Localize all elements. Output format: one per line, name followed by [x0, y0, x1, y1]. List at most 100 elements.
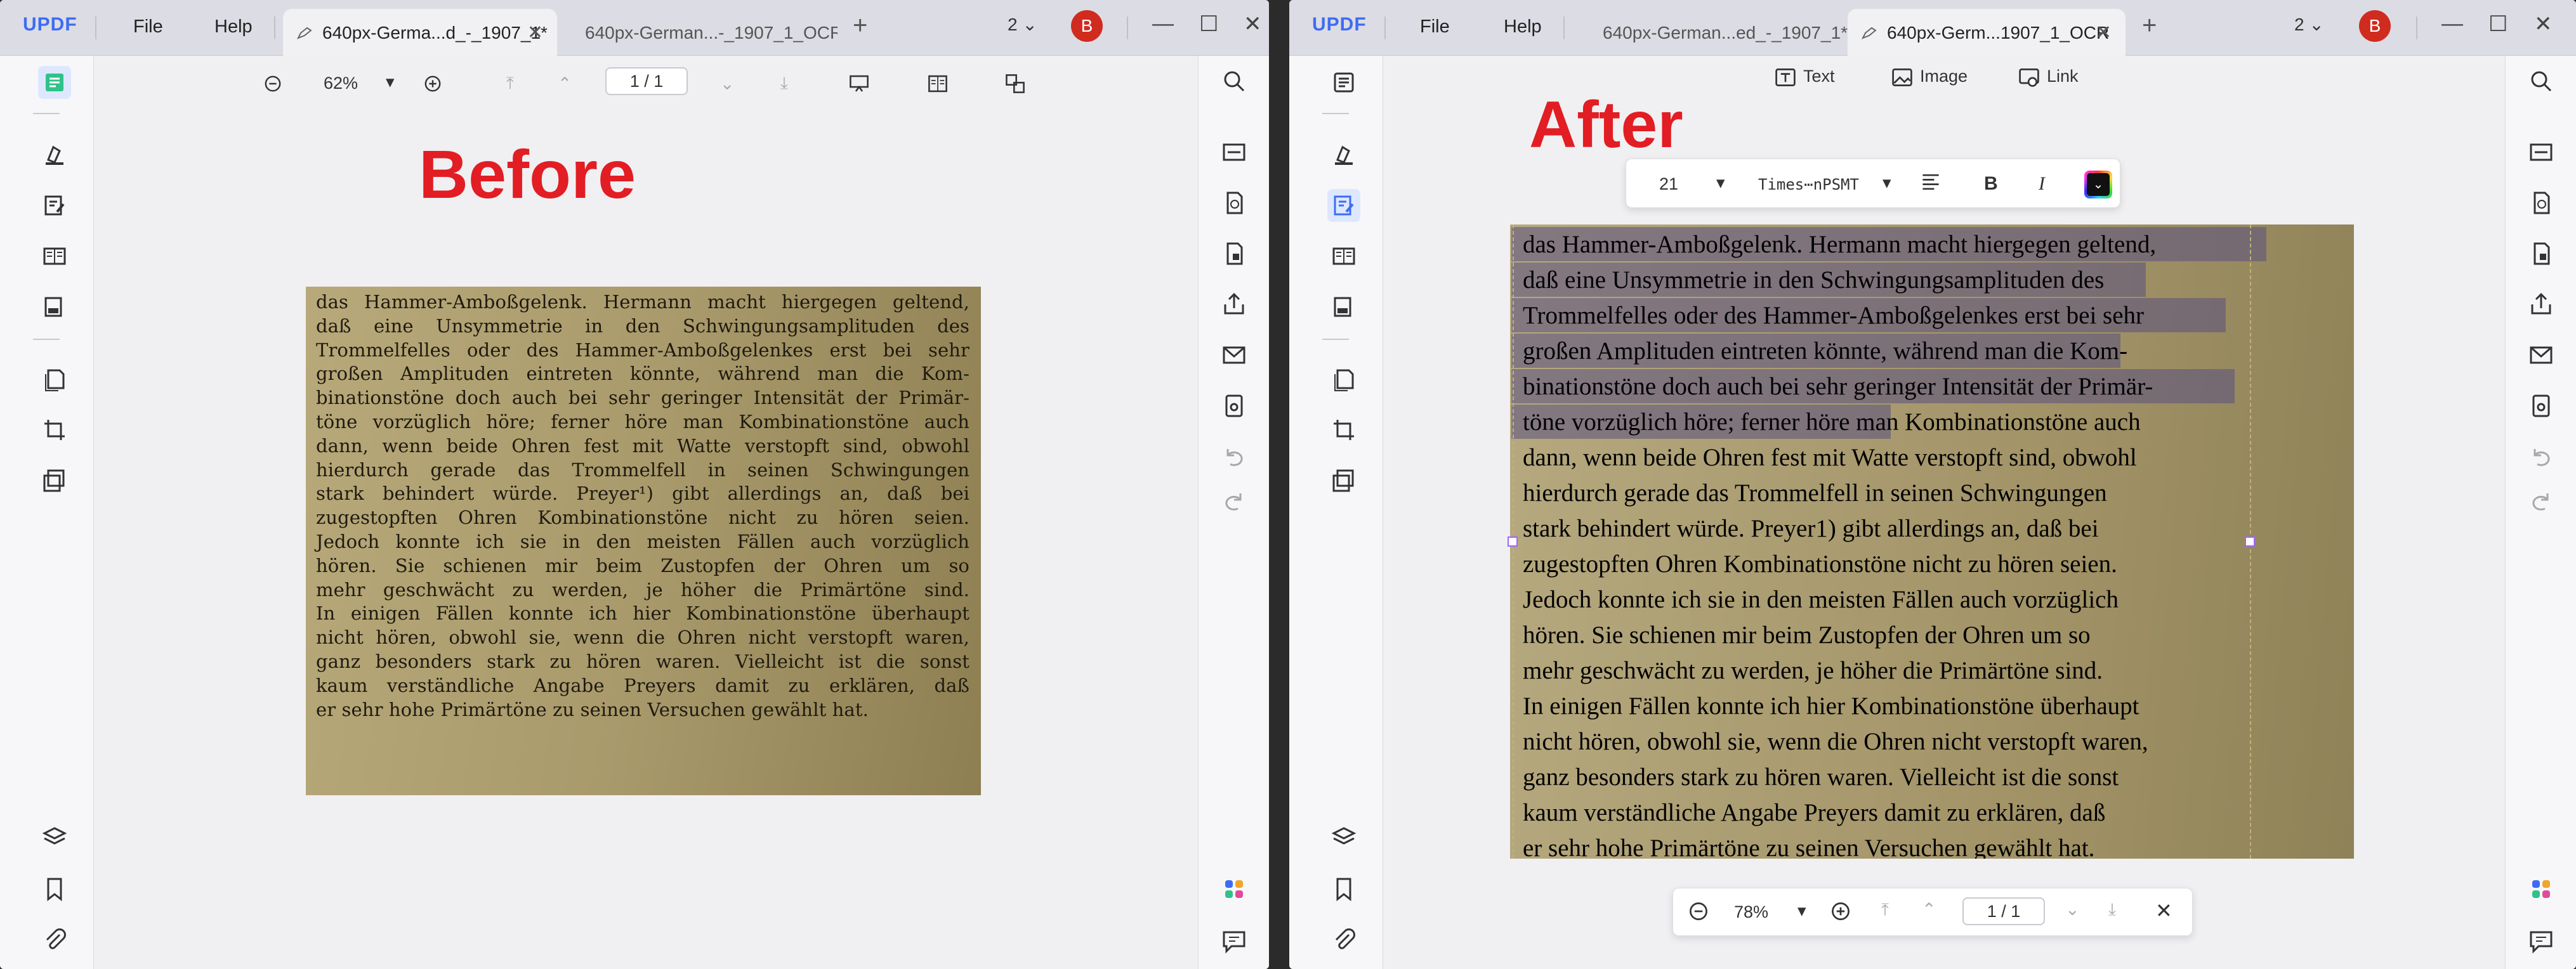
close-window-icon[interactable]: ✕: [1244, 11, 1262, 37]
tab-document-ocr[interactable]: 640px-Germ...1907_1_OCR ✕: [1848, 9, 2126, 56]
resize-handle-left[interactable]: [1508, 537, 1518, 547]
page-organize-icon[interactable]: [38, 240, 71, 273]
last-page-icon[interactable]: ⤓: [2108, 900, 2116, 920]
reader-mode-icon[interactable]: [1327, 66, 1360, 99]
close-tab-icon[interactable]: ✕: [527, 22, 543, 44]
save-icon[interactable]: [1218, 389, 1251, 422]
maximize-icon[interactable]: ☐: [1199, 11, 1218, 37]
text-color-picker[interactable]: ⌄: [2084, 171, 2112, 198]
tab-document-edited[interactable]: 640px-German...ed_-_1907_1*: [1575, 9, 1854, 56]
page-organize-icon[interactable]: [1327, 240, 1360, 273]
new-tab-icon[interactable]: +: [2142, 11, 2157, 40]
translate-icon[interactable]: [1002, 71, 1028, 96]
font-name-value[interactable]: Times⋯nPSMT: [1758, 176, 1859, 193]
previous-page-icon[interactable]: ⌃: [552, 71, 577, 96]
crop-page-icon[interactable]: [38, 413, 71, 446]
zoom-dropdown-icon[interactable]: ▾: [1797, 901, 1806, 921]
page-number-input[interactable]: 1 / 1: [1962, 897, 2045, 925]
ocr-text-line[interactable]: ganz besonders stark zu hören waren. Vie…: [1523, 760, 2119, 795]
comments-icon[interactable]: [2525, 925, 2558, 958]
ocr-text-line[interactable]: Trommelfelles oder des Hammer-Amboßgelen…: [1523, 298, 2144, 334]
font-size-value[interactable]: 21: [1659, 174, 1678, 194]
minimize-icon[interactable]: —: [2441, 11, 2463, 36]
share-icon[interactable]: [2525, 288, 2558, 321]
comment-highlight-icon[interactable]: [38, 138, 71, 171]
page-tools-icon[interactable]: [38, 464, 71, 497]
tab-document-edited[interactable]: 640px-Germa...d_-_1907_1* ✕: [283, 9, 557, 56]
maximize-icon[interactable]: ☐: [2488, 11, 2507, 37]
ocr-text-line[interactable]: das Hammer-Amboßgelenk. Hermann macht hi…: [1523, 227, 2156, 263]
zoom-out-icon[interactable]: [260, 71, 286, 96]
organize-pages-icon[interactable]: [1327, 363, 1360, 396]
page-tools-icon[interactable]: [1327, 464, 1360, 497]
email-icon[interactable]: [1218, 339, 1251, 372]
minimize-icon[interactable]: —: [1152, 11, 1174, 36]
edit-pdf-icon[interactable]: [38, 189, 71, 222]
undo-icon[interactable]: [1218, 440, 1251, 473]
ocr-text-line[interactable]: stark behindert würde. Preyer1) gibt all…: [1523, 511, 2099, 547]
zoom-dropdown-icon[interactable]: ▾: [386, 72, 395, 92]
share-icon[interactable]: [1218, 288, 1251, 321]
first-page-icon[interactable]: ⤒: [1881, 900, 1889, 920]
add-link-button[interactable]: Link: [2018, 66, 2079, 89]
form-edit-icon[interactable]: [1327, 290, 1360, 323]
new-tab-icon[interactable]: +: [853, 11, 867, 40]
redo-icon[interactable]: [1218, 484, 1251, 517]
resize-handle-right[interactable]: [2245, 537, 2255, 547]
zoom-level[interactable]: 78%: [1734, 902, 1768, 922]
edit-pdf-icon[interactable]: [1327, 189, 1360, 222]
font-name-dropdown-icon[interactable]: ▾: [1883, 173, 1891, 193]
protect-icon[interactable]: [1218, 237, 1251, 270]
organize-pages-icon[interactable]: [38, 363, 71, 396]
ocr-text-line[interactable]: hören. Sie schienen mir beim Zustopfen d…: [1523, 618, 2091, 653]
ocr-text-line[interactable]: In einigen Fällen konnte ich hier Kombin…: [1523, 689, 2139, 724]
avatar[interactable]: B: [2359, 10, 2391, 42]
ocr-text-line[interactable]: nicht hören, obwohl sie, wenn die Ohren …: [1523, 724, 2148, 760]
form-edit-icon[interactable]: [38, 290, 71, 323]
page-display-icon[interactable]: [925, 71, 950, 96]
menu-file[interactable]: File: [1420, 16, 1450, 37]
protect-icon[interactable]: [2525, 237, 2558, 270]
italic-button[interactable]: I: [2039, 173, 2045, 195]
menu-help[interactable]: Help: [1504, 16, 1542, 37]
tab-document-ocr[interactable]: 640px-German...-_1907_1_OCR: [571, 9, 838, 56]
zoom-out-icon[interactable]: [1687, 900, 1710, 927]
ocr-text-line[interactable]: er sehr hohe Primärtöne zu seinen Versuc…: [1523, 831, 2094, 859]
close-window-icon[interactable]: ✕: [2534, 11, 2553, 37]
undo-icon[interactable]: [2525, 440, 2558, 473]
presentation-icon[interactable]: [846, 71, 872, 96]
comments-icon[interactable]: [1218, 925, 1251, 958]
avatar[interactable]: B: [1071, 10, 1103, 42]
ocr-text-line[interactable]: daß eine Unsymmetrie in den Schwingungsa…: [1523, 263, 2104, 298]
ocr-text-line[interactable]: kaum verständliche Angabe Preyers damit …: [1523, 795, 2105, 831]
reader-mode-icon[interactable]: [38, 66, 71, 99]
menu-file[interactable]: File: [133, 16, 163, 37]
zoom-level[interactable]: 62%: [324, 74, 358, 93]
ocr-icon[interactable]: [1218, 136, 1251, 169]
font-size-dropdown-icon[interactable]: ▾: [1716, 173, 1725, 193]
ocr-text-line[interactable]: binationstöne doch auch bei sehr geringe…: [1523, 369, 2153, 405]
ocr-text-line[interactable]: töne vorzüglich höre; ferner höre man Ko…: [1523, 405, 2141, 440]
convert-icon[interactable]: [2525, 186, 2558, 219]
layers-icon[interactable]: [1327, 821, 1360, 854]
attachment-icon[interactable]: [1327, 923, 1360, 956]
bookmark-icon[interactable]: [38, 873, 71, 906]
ocr-text-line[interactable]: dann, wenn beide Ohren fest mit Watte ve…: [1523, 440, 2137, 476]
menu-help[interactable]: Help: [214, 16, 253, 37]
add-text-button[interactable]: Text: [1774, 66, 1835, 89]
ocr-icon[interactable]: [2525, 136, 2558, 169]
close-navigation-icon[interactable]: ✕: [2155, 899, 2172, 923]
layers-icon[interactable]: [38, 821, 71, 854]
zoom-in-icon[interactable]: [420, 71, 445, 96]
last-page-icon[interactable]: ⤓: [772, 71, 797, 96]
document-count[interactable]: 2 ⌄: [2294, 14, 2324, 35]
next-page-icon[interactable]: ⌄: [714, 71, 740, 96]
next-page-icon[interactable]: ⌄: [2065, 900, 2080, 920]
first-page-icon[interactable]: ⤒: [497, 71, 523, 96]
attachment-icon[interactable]: [38, 923, 71, 956]
ocr-text-line[interactable]: hierdurch gerade das Trommelfell in sein…: [1523, 476, 2107, 511]
crop-page-icon[interactable]: [1327, 413, 1360, 446]
ocr-text-line[interactable]: mehr geschwächt zu werden, je höher die …: [1523, 653, 2103, 689]
ocr-text-line[interactable]: zugestopften Ohren Kombinationstöne nich…: [1523, 547, 2117, 582]
close-tab-icon[interactable]: ✕: [2096, 22, 2112, 44]
